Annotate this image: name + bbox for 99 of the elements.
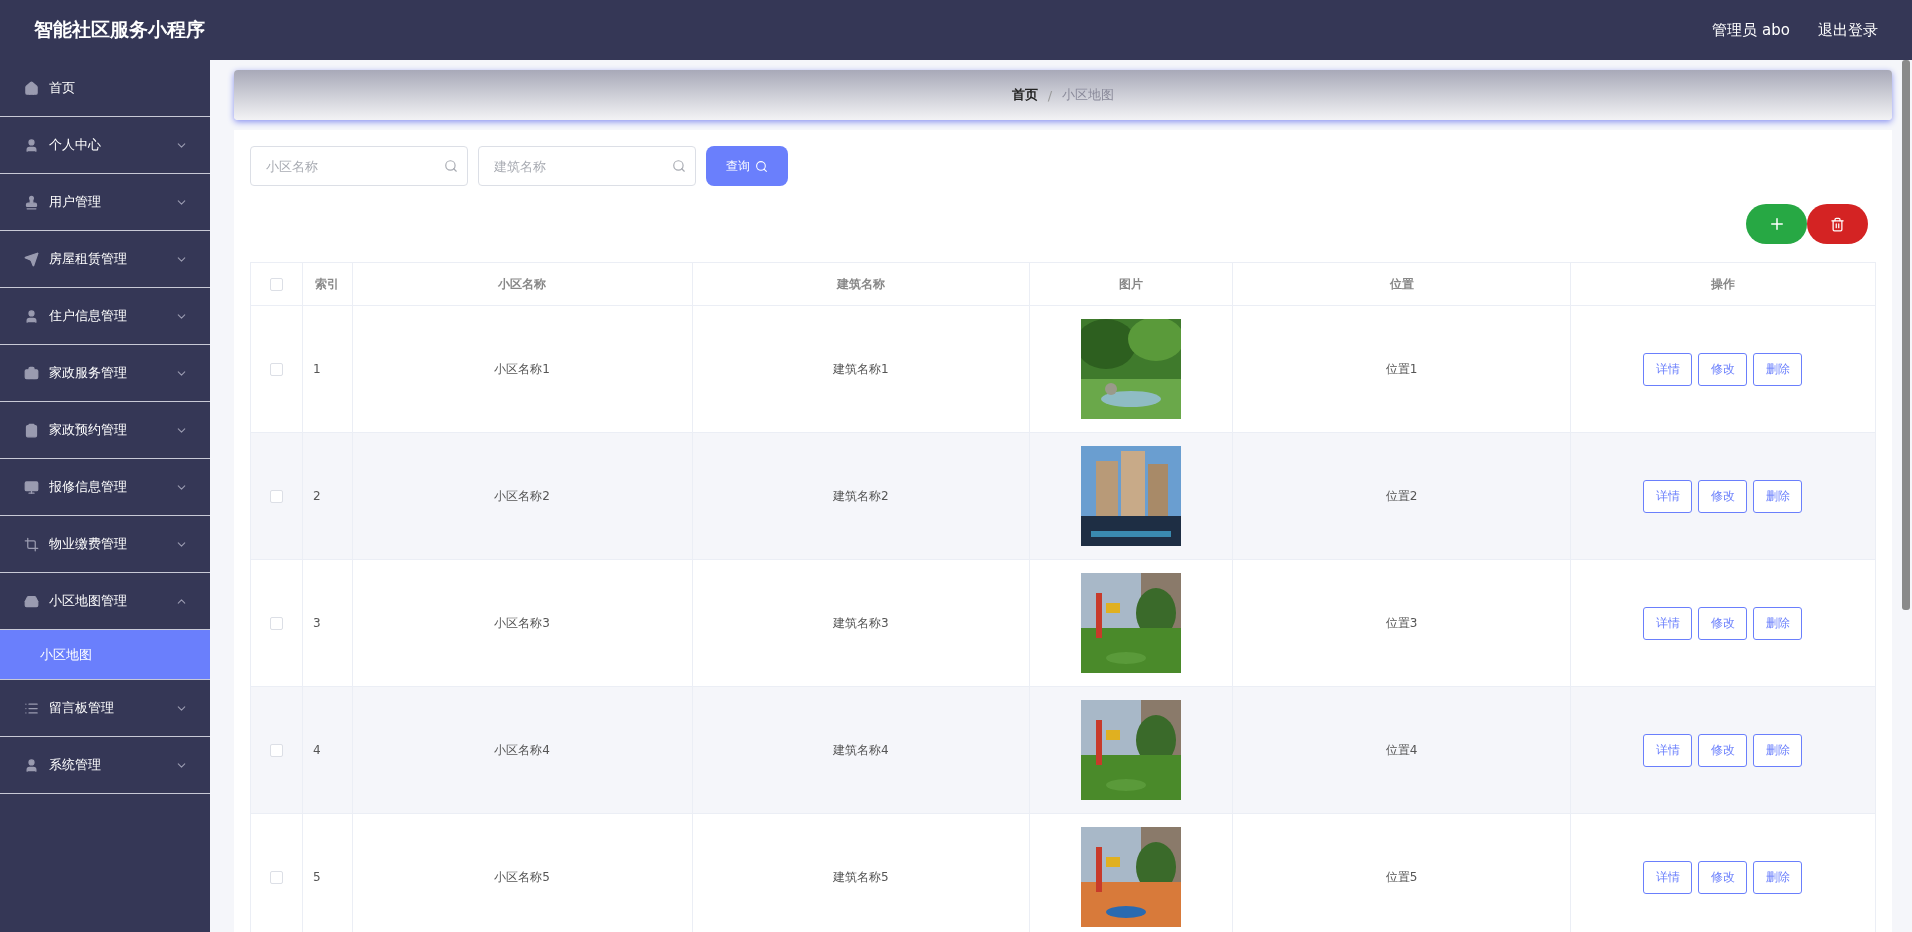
menu-label: 报修信息管理 bbox=[49, 478, 128, 496]
menu-item[interactable]: 个人中心 bbox=[0, 117, 210, 174]
breadcrumb-link[interactable]: 首页 bbox=[1011, 86, 1038, 104]
index-text: 4 bbox=[313, 743, 321, 757]
building-name: 建筑名称2 bbox=[832, 488, 889, 503]
column-header: 图片 bbox=[1029, 262, 1233, 306]
column-header: 操作 bbox=[1570, 262, 1876, 306]
person-icon bbox=[24, 137, 39, 153]
search-field[interactable]: 建筑名称 bbox=[478, 146, 696, 186]
menu-label: 家政服务管理 bbox=[49, 364, 128, 382]
person-icon bbox=[24, 308, 39, 324]
community-name: 小区名称1 bbox=[494, 361, 550, 376]
menu-item[interactable]: 房屋租赁管理 bbox=[0, 231, 210, 288]
building-name: 建筑名称4 bbox=[832, 742, 889, 757]
tray-icon bbox=[24, 593, 39, 609]
building-name: 建筑名称3 bbox=[832, 615, 889, 630]
menu-label: 个人中心 bbox=[49, 136, 102, 154]
person-icon bbox=[24, 757, 39, 773]
index-text: 2 bbox=[313, 489, 321, 503]
stamp-icon bbox=[24, 194, 39, 210]
action-button[interactable]: 删除 bbox=[1753, 860, 1803, 894]
search-icon bbox=[672, 159, 686, 173]
menu-label: 首页 bbox=[49, 79, 76, 97]
action-button[interactable]: 详情 bbox=[1643, 479, 1693, 513]
crop-icon bbox=[24, 536, 39, 552]
action-button[interactable]: 删除 bbox=[1753, 479, 1803, 513]
column-header: 小区名称 bbox=[352, 262, 693, 306]
search-icon bbox=[755, 159, 768, 173]
menu-label: 家政预约管理 bbox=[49, 421, 128, 439]
briefcase-icon bbox=[24, 365, 39, 381]
column-header: 位置 bbox=[1232, 262, 1571, 306]
action-button[interactable]: 删除 bbox=[1753, 352, 1803, 386]
community-name: 小区名称3 bbox=[494, 615, 550, 630]
search-field[interactable]: 小区名称 bbox=[250, 146, 468, 186]
app-title: 智能社区服务小程序 bbox=[34, 17, 206, 42]
menu-item[interactable]: 报修信息管理 bbox=[0, 459, 210, 516]
building-name: 建筑名称5 bbox=[832, 869, 889, 884]
community-name: 小区名称2 bbox=[494, 488, 550, 503]
position-text: 位置4 bbox=[1385, 742, 1418, 757]
menu-label: 留言板管理 bbox=[49, 699, 115, 717]
row-checkbox[interactable] bbox=[270, 617, 284, 630]
row-checkbox[interactable] bbox=[270, 363, 284, 376]
position-text: 位置5 bbox=[1385, 869, 1418, 884]
monitor-icon bbox=[24, 479, 39, 495]
query-button[interactable]: 查询 bbox=[706, 146, 788, 186]
menu-item[interactable]: 住户信息管理 bbox=[0, 288, 210, 345]
trash-icon bbox=[1830, 216, 1845, 232]
breadcrumb-separator: / bbox=[1047, 87, 1053, 103]
position-text: 位置2 bbox=[1385, 488, 1418, 503]
paper-plane-icon bbox=[24, 251, 39, 267]
user-name: 管理员 abo bbox=[1712, 20, 1790, 40]
logout-link[interactable]: 退出登录 bbox=[1818, 20, 1878, 40]
column-header: 索引 bbox=[302, 262, 353, 306]
action-button[interactable]: 详情 bbox=[1643, 733, 1693, 767]
action-button[interactable]: 详情 bbox=[1643, 352, 1693, 386]
column-header: 建筑名称 bbox=[692, 262, 1030, 306]
menu-label: 物业缴费管理 bbox=[49, 535, 128, 553]
row-checkbox[interactable] bbox=[270, 490, 284, 503]
index-text: 1 bbox=[313, 362, 321, 376]
menu-label: 住户信息管理 bbox=[49, 307, 128, 325]
house-icon bbox=[24, 80, 39, 96]
menu-item[interactable]: 家政预约管理 bbox=[0, 402, 210, 459]
menu-item[interactable]: 家政服务管理 bbox=[0, 345, 210, 402]
menu-label: 房屋租赁管理 bbox=[49, 250, 128, 268]
action-button[interactable]: 修改 bbox=[1698, 479, 1748, 513]
select-all-checkbox[interactable] bbox=[270, 278, 284, 291]
menu-label: 用户管理 bbox=[49, 193, 102, 211]
index-text: 5 bbox=[313, 870, 321, 884]
menu-item[interactable]: 首页 bbox=[0, 60, 210, 117]
community-name: 小区名称5 bbox=[494, 869, 550, 884]
action-button[interactable]: 修改 bbox=[1698, 606, 1748, 640]
row-checkbox[interactable] bbox=[270, 744, 284, 757]
menu-item[interactable]: 系统管理 bbox=[0, 737, 210, 794]
search-icon bbox=[444, 159, 458, 173]
submenu-item[interactable]: 小区地图 bbox=[0, 630, 210, 680]
action-button[interactable]: 删除 bbox=[1753, 733, 1803, 767]
index-text: 3 bbox=[313, 616, 321, 630]
add-button[interactable] bbox=[1746, 204, 1807, 244]
menu-item[interactable]: 物业缴费管理 bbox=[0, 516, 210, 573]
scrollbar[interactable] bbox=[1902, 60, 1910, 610]
community-name: 小区名称4 bbox=[494, 742, 550, 757]
position-text: 位置1 bbox=[1385, 361, 1418, 376]
list-icon bbox=[24, 700, 39, 716]
breadcrumb-link[interactable]: 小区地图 bbox=[1062, 86, 1115, 104]
action-button[interactable]: 删除 bbox=[1753, 606, 1803, 640]
action-button[interactable]: 修改 bbox=[1698, 352, 1748, 386]
menu-label: 小区地图管理 bbox=[49, 592, 128, 610]
position-text: 位置3 bbox=[1385, 615, 1418, 630]
action-button[interactable]: 详情 bbox=[1643, 606, 1693, 640]
row-checkbox[interactable] bbox=[270, 871, 284, 884]
action-button[interactable]: 详情 bbox=[1643, 860, 1693, 894]
menu-label: 系统管理 bbox=[49, 756, 102, 774]
building-name: 建筑名称1 bbox=[832, 361, 889, 376]
menu-item[interactable]: 留言板管理 bbox=[0, 680, 210, 737]
delete-button[interactable] bbox=[1807, 204, 1868, 244]
clipboard-icon bbox=[24, 422, 39, 438]
menu-item[interactable]: 用户管理 bbox=[0, 174, 210, 231]
action-button[interactable]: 修改 bbox=[1698, 733, 1748, 767]
action-button[interactable]: 修改 bbox=[1698, 860, 1748, 894]
